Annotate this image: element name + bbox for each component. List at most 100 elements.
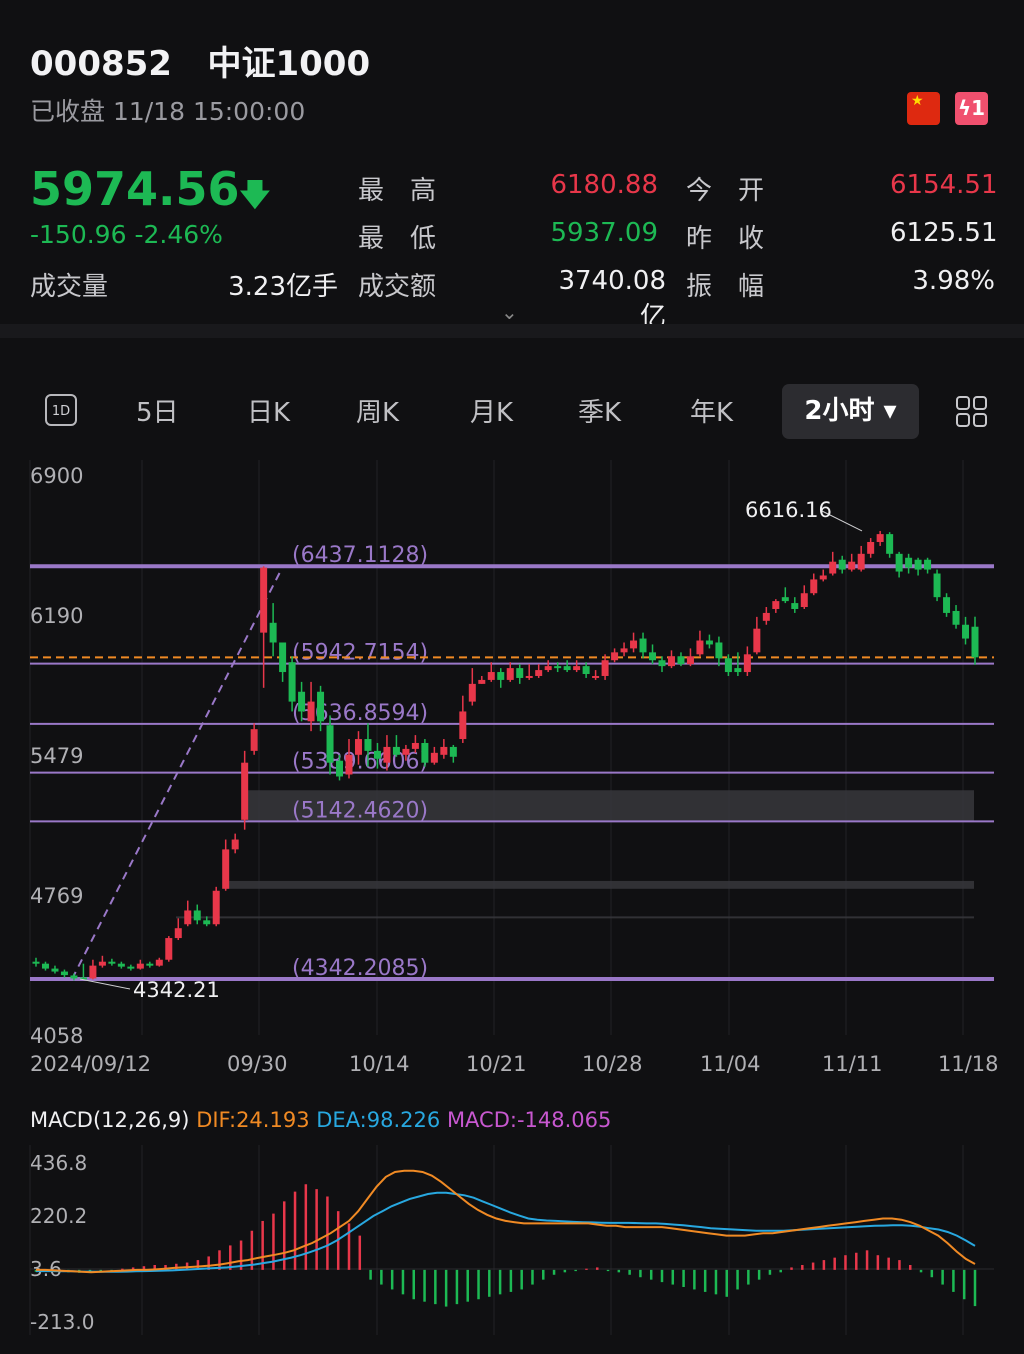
candle-body [345,754,353,775]
candle-body [222,849,230,889]
zone-band [176,916,974,919]
candle-body [762,612,770,621]
tab-period[interactable]: 日K [247,392,290,429]
candle-body [630,640,638,649]
candle-body [819,575,827,580]
candle-body [165,938,173,960]
stat-value: 3.23亿手 [228,272,338,302]
candle-body [743,654,751,673]
dif-value: DIF:24.193 [196,1108,310,1132]
candle-body [667,656,675,667]
fib-level-label: (5142.4620) [292,798,428,823]
stat-value: 6154.51 [890,170,998,200]
candlestick-chart[interactable]: 6900 6190 5479 4769 4058 2024/09/12 09/30 10/14… [0,455,1024,1095]
candle-body [971,626,979,658]
candle-body [108,961,116,964]
candle-body [924,559,932,570]
x-tick-label: 2024/09/12 [30,1052,151,1076]
last-price: 5974.56🡇 [30,162,271,216]
candle-body [601,660,609,676]
candle-body [829,561,837,574]
candle-body [497,672,505,680]
candle-body [354,739,362,755]
candle-body [241,762,249,820]
candle-body [582,666,590,675]
candle-body [838,559,846,570]
stat-label: 最 低 [358,224,437,254]
expand-chevron-icon[interactable]: ⌄ [501,300,518,324]
candle-body [867,541,875,554]
x-tick-label: 10/28 [582,1052,643,1076]
stat-value: 6125.51 [890,218,998,248]
macd-chart[interactable]: 436.8220.23.6-213.0 [0,1145,1024,1345]
tab-period[interactable]: 年K [690,392,733,429]
tab-period[interactable]: 月K [470,392,513,429]
candle-body [411,742,419,749]
stat-label: 振 幅 [686,272,765,302]
intraday-1d-icon[interactable]: 1D [45,394,77,426]
x-tick-label: 11/11 [822,1052,883,1076]
candle-body [696,640,704,655]
candle-body [51,968,59,972]
candle-body [468,683,476,702]
candle-body [848,561,856,570]
candle-body [724,658,732,673]
candle-body [886,534,894,554]
candle-body [146,963,154,966]
tab-2-hours[interactable]: 2小时 ▾ [782,384,919,439]
zone-band [224,880,974,889]
candle-body [611,652,619,661]
candle-body [563,666,571,671]
candle-body [155,959,163,966]
candle-body [269,622,277,643]
candle-body [212,890,220,925]
x-tick-label: 10/21 [466,1052,527,1076]
candle-body [620,648,628,653]
candle-body [392,746,400,755]
candle-body [307,701,315,722]
candle-body [117,963,125,967]
tab-period[interactable]: 5日 [136,392,179,429]
tab-period[interactable]: 季K [578,392,621,429]
candle-body [895,553,903,572]
candle-body [772,601,780,609]
candle-body [260,567,268,633]
stat-label: 昨 收 [686,224,765,254]
candle-body [89,965,97,979]
section-divider [0,324,1024,338]
stat-label: 成交额 [358,272,437,302]
fib-level-label: (6437.1128) [292,543,428,568]
candle-body [373,750,381,759]
china-flag-icon: ★ [907,92,940,125]
candle-body [478,679,486,684]
candle-body [810,579,818,594]
candle-body [184,910,192,925]
price-change: -150.96 -2.46% [30,220,223,249]
hot-rank-icon[interactable]: ϟ1 [955,92,988,125]
y-tick-label: 5479 [30,744,83,768]
grid-layout-icon[interactable] [955,395,989,429]
candle-body [402,748,410,755]
fib-level-label: (4342.2085) [292,956,428,981]
macd-value: MACD:-148.065 [446,1108,612,1132]
index-code: 000852 [30,44,172,84]
candle-body [905,557,913,568]
candle-body [781,597,789,602]
macd-params: MACD(12,26,9) [30,1108,190,1132]
candle-body [857,553,865,570]
candle-body [317,691,325,722]
low-label: 4342.21 [133,978,220,1002]
arrow-down-icon: 🡇 [239,178,271,213]
candle-body [658,660,666,667]
candle-body [933,573,941,598]
candle-body [506,668,514,680]
candle-body [193,910,201,921]
candle-body [32,961,40,964]
x-tick-label: 11/18 [938,1052,999,1076]
macd-y-tick: 436.8 [30,1151,87,1175]
candle-body [98,961,106,966]
candle-body [639,638,647,653]
tab-period[interactable]: 周K [356,392,399,429]
x-tick-label: 09/30 [227,1052,288,1076]
stat-label: 成交量 [30,272,109,302]
